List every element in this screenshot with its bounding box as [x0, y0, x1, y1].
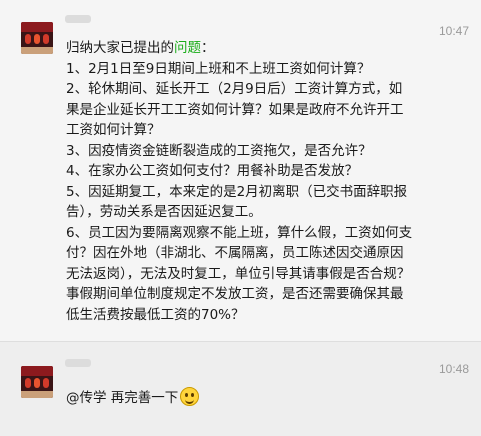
message-intro-colon: ：: [201, 40, 215, 56]
message-text: 归纳大家已提出的问题： 1、2月1日至9日期间上班和不上班工资如何计算？ 2、轮…: [66, 38, 415, 325]
message-text: @传学 再完善一下: [66, 387, 415, 409]
question-link[interactable]: 问题: [174, 40, 201, 56]
message-time: 10:47: [438, 24, 469, 38]
message-time: 10:48: [438, 362, 469, 376]
avatar[interactable]: [21, 366, 53, 398]
sender-name-blurred: [65, 15, 91, 23]
mention-text: @传学 再完善一下: [66, 390, 179, 406]
message-body: 1、2月1日至9日期间上班和不上班工资如何计算？ 2、轮休期间、延长开工（2月9…: [66, 60, 413, 323]
chat-message[interactable]: 10:48 @传学 再完善一下: [0, 341, 481, 436]
sender-name-blurred: [65, 359, 91, 367]
message-intro: 归纳大家已提出的: [66, 40, 174, 56]
chat-message[interactable]: 10:47 归纳大家已提出的问题： 1、2月1日至9日期间上班和不上班工资如何计…: [0, 0, 481, 341]
avatar[interactable]: [21, 22, 53, 54]
smile-emoji-icon: [180, 387, 200, 406]
